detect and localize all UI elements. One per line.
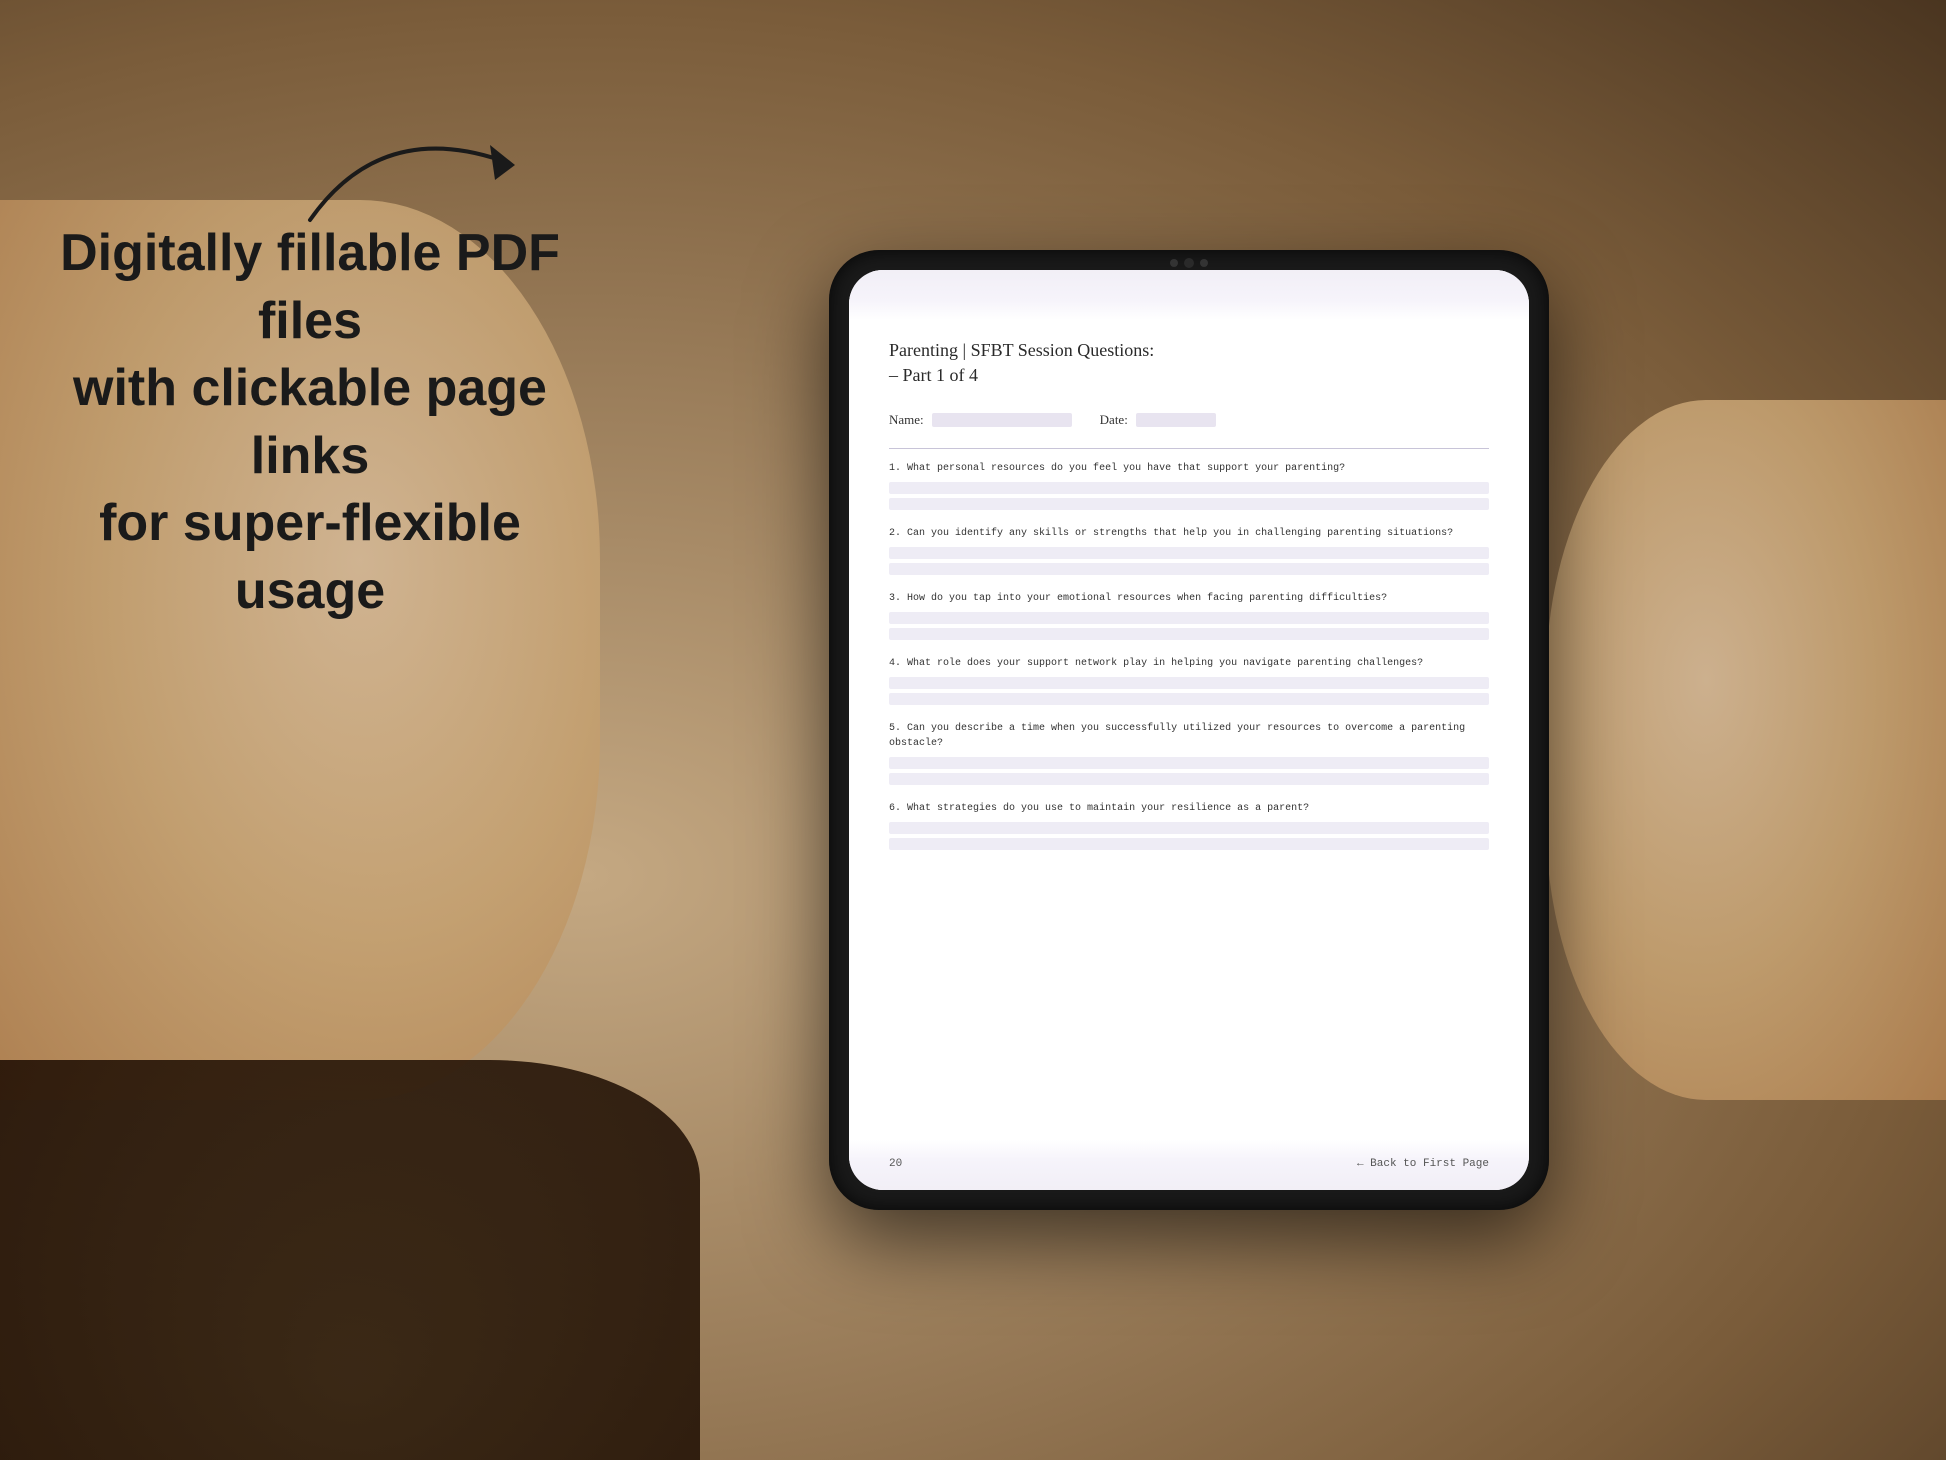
tagline-line2: with clickable page links <box>73 359 547 485</box>
q1-answer-lines <box>889 482 1489 510</box>
pdf-footer: 20 ← Back to First Page <box>889 1158 1489 1170</box>
tagline-line1: Digitally fillable PDF files <box>60 224 560 350</box>
q1-answer-line-1[interactable] <box>889 482 1489 494</box>
q4-answer-lines <box>889 677 1489 705</box>
question-4-text: 4. What role does your support network p… <box>889 656 1489 671</box>
q2-answer-lines <box>889 547 1489 575</box>
date-label: Date: <box>1100 412 1128 428</box>
question-3: 3. How do you tap into your emotional re… <box>889 591 1489 640</box>
camera-dot-center <box>1184 258 1194 268</box>
pdf-subtitle: – Part 1 of 4 <box>889 365 1489 386</box>
main-tagline: Digitally fillable PDF files with clicka… <box>60 220 560 626</box>
q1-number: 1. <box>889 463 901 474</box>
pdf-top-pattern <box>849 270 1529 320</box>
q4-number: 4. <box>889 658 901 669</box>
q2-body: Can you identify any skills or strengths… <box>907 528 1453 539</box>
q5-answer-lines <box>889 757 1489 785</box>
pdf-content: Parenting | SFBT Session Questions: – Pa… <box>849 270 1529 1190</box>
question-3-text: 3. How do you tap into your emotional re… <box>889 591 1489 606</box>
q6-answer-lines <box>889 822 1489 850</box>
name-field[interactable] <box>932 413 1072 427</box>
pdf-title: Parenting | SFBT Session Questions: <box>889 340 1489 361</box>
q6-body: What strategies do you use to maintain y… <box>907 803 1309 814</box>
tagline-line3: for super-flexible usage <box>99 494 521 620</box>
question-2: 2. Can you identify any skills or streng… <box>889 526 1489 575</box>
q3-body: How do you tap into your emotional resou… <box>907 593 1387 604</box>
q4-body: What role does your support network play… <box>907 658 1423 669</box>
q5-number: 5. <box>889 723 901 734</box>
q2-answer-line-1[interactable] <box>889 547 1489 559</box>
question-1: 1. What personal resources do you feel y… <box>889 461 1489 510</box>
pdf-header: Parenting | SFBT Session Questions: – Pa… <box>889 340 1489 402</box>
back-to-first-page-link[interactable]: ← Back to First Page <box>1357 1158 1489 1170</box>
tablet-wrapper: Parenting | SFBT Session Questions: – Pa… <box>829 250 1549 1210</box>
tablet-screen: Parenting | SFBT Session Questions: – Pa… <box>849 270 1529 1190</box>
q5-answer-line-2[interactable] <box>889 773 1489 785</box>
question-6-text: 6. What strategies do you use to maintai… <box>889 801 1489 816</box>
q3-answer-line-1[interactable] <box>889 612 1489 624</box>
question-2-text: 2. Can you identify any skills or streng… <box>889 526 1489 541</box>
q5-body: Can you describe a time when you success… <box>889 723 1465 749</box>
q6-number: 6. <box>889 803 901 814</box>
camera-dot-right <box>1200 259 1208 267</box>
camera-bar <box>1170 258 1208 268</box>
q4-answer-line-1[interactable] <box>889 677 1489 689</box>
tablet: Parenting | SFBT Session Questions: – Pa… <box>829 250 1549 1210</box>
pdf-name-date: Name: Date: <box>889 412 1489 428</box>
left-text-area: Digitally fillable PDF files with clicka… <box>60 220 560 626</box>
q2-answer-line-2[interactable] <box>889 563 1489 575</box>
q3-number: 3. <box>889 593 901 604</box>
camera-dot-left <box>1170 259 1178 267</box>
q1-answer-line-2[interactable] <box>889 498 1489 510</box>
question-5-text: 5. Can you describe a time when you succ… <box>889 721 1489 751</box>
q4-answer-line-2[interactable] <box>889 693 1489 705</box>
q1-body: What personal resources do you feel you … <box>907 463 1345 474</box>
question-1-text: 1. What personal resources do you feel y… <box>889 461 1489 476</box>
q3-answer-lines <box>889 612 1489 640</box>
date-field[interactable] <box>1136 413 1216 427</box>
question-4: 4. What role does your support network p… <box>889 656 1489 705</box>
page-number: 20 <box>889 1158 902 1170</box>
question-5: 5. Can you describe a time when you succ… <box>889 721 1489 785</box>
q5-answer-line-1[interactable] <box>889 757 1489 769</box>
q2-number: 2. <box>889 528 901 539</box>
separator-line <box>889 448 1489 449</box>
question-6: 6. What strategies do you use to maintai… <box>889 801 1489 850</box>
q3-answer-line-2[interactable] <box>889 628 1489 640</box>
q6-answer-line-2[interactable] <box>889 838 1489 850</box>
q6-answer-line-1[interactable] <box>889 822 1489 834</box>
name-label: Name: <box>889 412 924 428</box>
